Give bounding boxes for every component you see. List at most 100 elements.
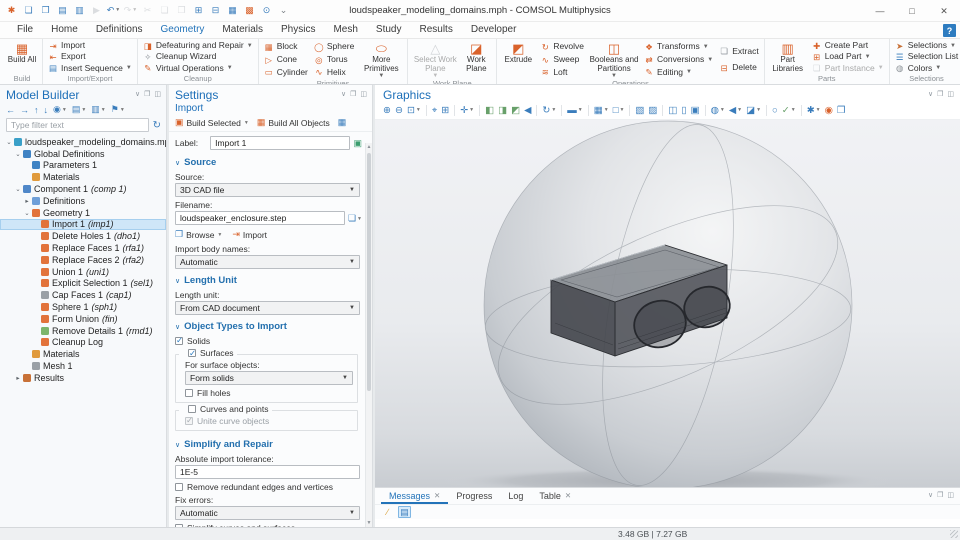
create-part-button[interactable]: ✚Create Part — [810, 40, 886, 51]
panel-menu-icon[interactable]: ◫ — [947, 491, 954, 499]
panel-menu-icon[interactable]: ◫ — [154, 91, 161, 99]
save-icon[interactable]: ▤ — [55, 3, 70, 18]
print-icon[interactable]: ❒ — [837, 106, 846, 116]
tree-item-mesh-1[interactable]: Mesh 1 — [0, 360, 166, 372]
scene-orientation-icon[interactable]: ✛▼ — [460, 106, 474, 116]
tree-item-explicit-selection-1[interactable]: Explicit Selection 1(sel1) — [0, 278, 166, 290]
go-back-icon[interactable]: ← — [6, 105, 15, 115]
model-manager-icon[interactable]: ▦ — [225, 3, 240, 18]
rotate-camera-icon[interactable]: ↻▼ — [542, 106, 556, 116]
expander-icon[interactable]: ⌄ — [14, 150, 22, 158]
import-button[interactable]: ⇥Import — [46, 40, 134, 51]
wireframe-rendering-icon[interactable]: □▼ — [613, 106, 625, 116]
colors-button[interactable]: ◍Colors▼ — [893, 63, 960, 74]
tree-item-loudspeaker-modeling-domains-mph[interactable]: ⌄loudspeaker_modeling_domains.mph(root) — [0, 136, 166, 148]
ribbon-tab-results[interactable]: Results — [410, 22, 461, 38]
torus-button[interactable]: ◎Torus — [312, 54, 356, 65]
insert-sequence-button[interactable]: ▤Insert Sequence▼ — [46, 63, 134, 74]
cone-button[interactable]: ▷Cone — [262, 54, 310, 65]
application-builder-icon[interactable]: ▩ — [242, 3, 257, 18]
move-up-icon[interactable]: ↑ — [34, 105, 39, 115]
view-zx-icon[interactable]: ◩ — [511, 106, 520, 116]
source-select[interactable]: 3D CAD file▼ — [175, 183, 360, 197]
work-plane-button[interactable]: ◪Work Plane — [459, 40, 493, 79]
messages-window-icon[interactable]: ▤ — [398, 506, 411, 518]
scene-light-icon[interactable]: ▬▼ — [567, 106, 582, 116]
settings-scrollbar[interactable]: ▲ ▼ — [365, 143, 372, 527]
defeaturing-and-repair-button[interactable]: ◨Defeaturing and Repair▼ — [141, 40, 255, 51]
float-panel-icon[interactable]: ❐ — [350, 91, 356, 99]
part-instance-button[interactable]: ❏Part Instance▼ — [810, 63, 886, 74]
tree-item-parameters-1[interactable]: Parameters 1 — [0, 160, 166, 172]
sphere-button[interactable]: ◯Sphere — [312, 42, 356, 53]
tolerance-input[interactable]: 1E-5 — [175, 465, 360, 479]
minimize-icon[interactable]: — — [864, 0, 896, 22]
clip-planes-icon[interactable]: ◀▼ — [729, 106, 742, 116]
ribbon-tab-home[interactable]: Home — [42, 22, 87, 38]
rename-icon[interactable]: ▣ — [353, 138, 362, 149]
block-button[interactable]: ▦Block — [262, 42, 310, 53]
solids-checkbox[interactable]: Solids — [169, 334, 364, 347]
remove-redundant-checkbox[interactable]: Remove redundant edges and vertices — [169, 480, 364, 493]
view-xy-icon[interactable]: ◧ — [485, 106, 494, 116]
image-snapshot-icon[interactable]: ◉ — [825, 106, 833, 116]
new-file-icon[interactable]: ❏ — [21, 3, 36, 18]
go-to-default-view-icon[interactable]: ⌖ — [432, 106, 437, 116]
tree-item-geometry-1[interactable]: ⌄Geometry 1 — [0, 207, 166, 219]
float-panel-icon[interactable]: ❐ — [144, 91, 150, 99]
select-work-plane-button[interactable]: △Select Work Plane▼ — [411, 40, 459, 79]
tree-item-materials[interactable]: Materials — [0, 348, 166, 360]
view-yz-icon[interactable]: ◨ — [498, 106, 507, 116]
resize-grip[interactable] — [950, 530, 958, 538]
export-button[interactable]: ⇤Export — [46, 52, 134, 63]
go-forward-icon[interactable]: → — [20, 105, 29, 115]
build-all-icon[interactable]: ▦ — [338, 117, 347, 128]
section-source[interactable]: ∨ Source — [169, 152, 364, 170]
scene-settings-icon[interactable]: ○ — [772, 106, 778, 116]
collapse-panel-icon[interactable]: ∨ — [135, 91, 140, 99]
browse-button[interactable]: ❐ Browse▼ — [175, 229, 222, 240]
3d-scene[interactable] — [375, 120, 960, 487]
paste-icon[interactable]: ❐ — [174, 3, 189, 18]
float-panel-icon[interactable]: ❐ — [937, 91, 943, 99]
tree-item-materials[interactable]: Materials — [0, 171, 166, 183]
import-button[interactable]: ⇥ Import — [232, 229, 267, 240]
tree-item-component-1[interactable]: ⌄Component 1(comp 1) — [0, 183, 166, 195]
tree-item-cleanup-log[interactable]: Cleanup Log — [0, 337, 166, 349]
fix-errors-select[interactable]: Automatic▼ — [175, 506, 360, 520]
curves-points-checkbox[interactable]: Curves and points — [179, 404, 272, 414]
editing-button[interactable]: ✎Editing▼ — [642, 67, 715, 78]
flip-view-icon[interactable]: ◀ — [524, 106, 531, 116]
open-file-icon[interactable]: ❐ — [38, 3, 53, 18]
bottom-tab-messages[interactable]: Messages✕ — [381, 489, 448, 504]
show-grid-icon[interactable]: ▣ — [691, 106, 700, 116]
expander-icon[interactable]: ⌄ — [14, 185, 22, 193]
model-tree-nodes-icon[interactable]: ▥▼ — [91, 104, 105, 115]
section-simplify[interactable]: ∨ Simplify and Repair — [169, 434, 364, 452]
deselect-box-icon[interactable]: ▨ — [648, 106, 657, 116]
build-all-objects-button[interactable]: ▦Build All Objects — [257, 117, 330, 128]
surface-objects-select[interactable]: Form solids▼ — [185, 371, 353, 385]
scroll-up-icon[interactable]: ▲ — [366, 144, 372, 150]
delete-button[interactable]: ⊟Delete — [717, 63, 760, 74]
panel-menu-icon[interactable]: ◫ — [360, 91, 367, 99]
part-libraries-button[interactable]: ▥Part Libraries — [768, 40, 808, 74]
section-object-types[interactable]: ∨ Object Types to Import — [169, 316, 364, 334]
clear-messages-icon[interactable]: ∕ — [381, 506, 394, 518]
expander-icon[interactable]: ⌄ — [23, 209, 31, 217]
tree-item-replace-faces-2[interactable]: Replace Faces 2(rfa2) — [0, 254, 166, 266]
ribbon-tab-materials[interactable]: Materials — [213, 22, 272, 38]
model-builder-window-icons[interactable]: ∨ ❐ ◫ — [135, 91, 161, 99]
ribbon-tab-geometry[interactable]: Geometry — [152, 22, 214, 38]
reset-hiding-icon[interactable]: ▯ — [681, 106, 686, 116]
save-as-icon[interactable]: ▥ — [72, 3, 87, 18]
loft-button[interactable]: ≋Loft — [538, 67, 586, 78]
expander-icon[interactable]: ▸ — [14, 374, 22, 382]
close-icon[interactable]: ✕ — [928, 0, 960, 22]
hide-objects-icon[interactable]: ◫ — [668, 106, 677, 116]
color-theme-icon[interactable]: ◍▼ — [711, 106, 725, 116]
tree-item-definitions[interactable]: ▸Definitions — [0, 195, 166, 207]
tree-item-sphere-1[interactable]: Sphere 1(sph1) — [0, 301, 166, 313]
selection-list-button[interactable]: ☰Selection List — [893, 52, 960, 63]
material-rendering-icon[interactable]: ✓▼ — [782, 106, 796, 116]
